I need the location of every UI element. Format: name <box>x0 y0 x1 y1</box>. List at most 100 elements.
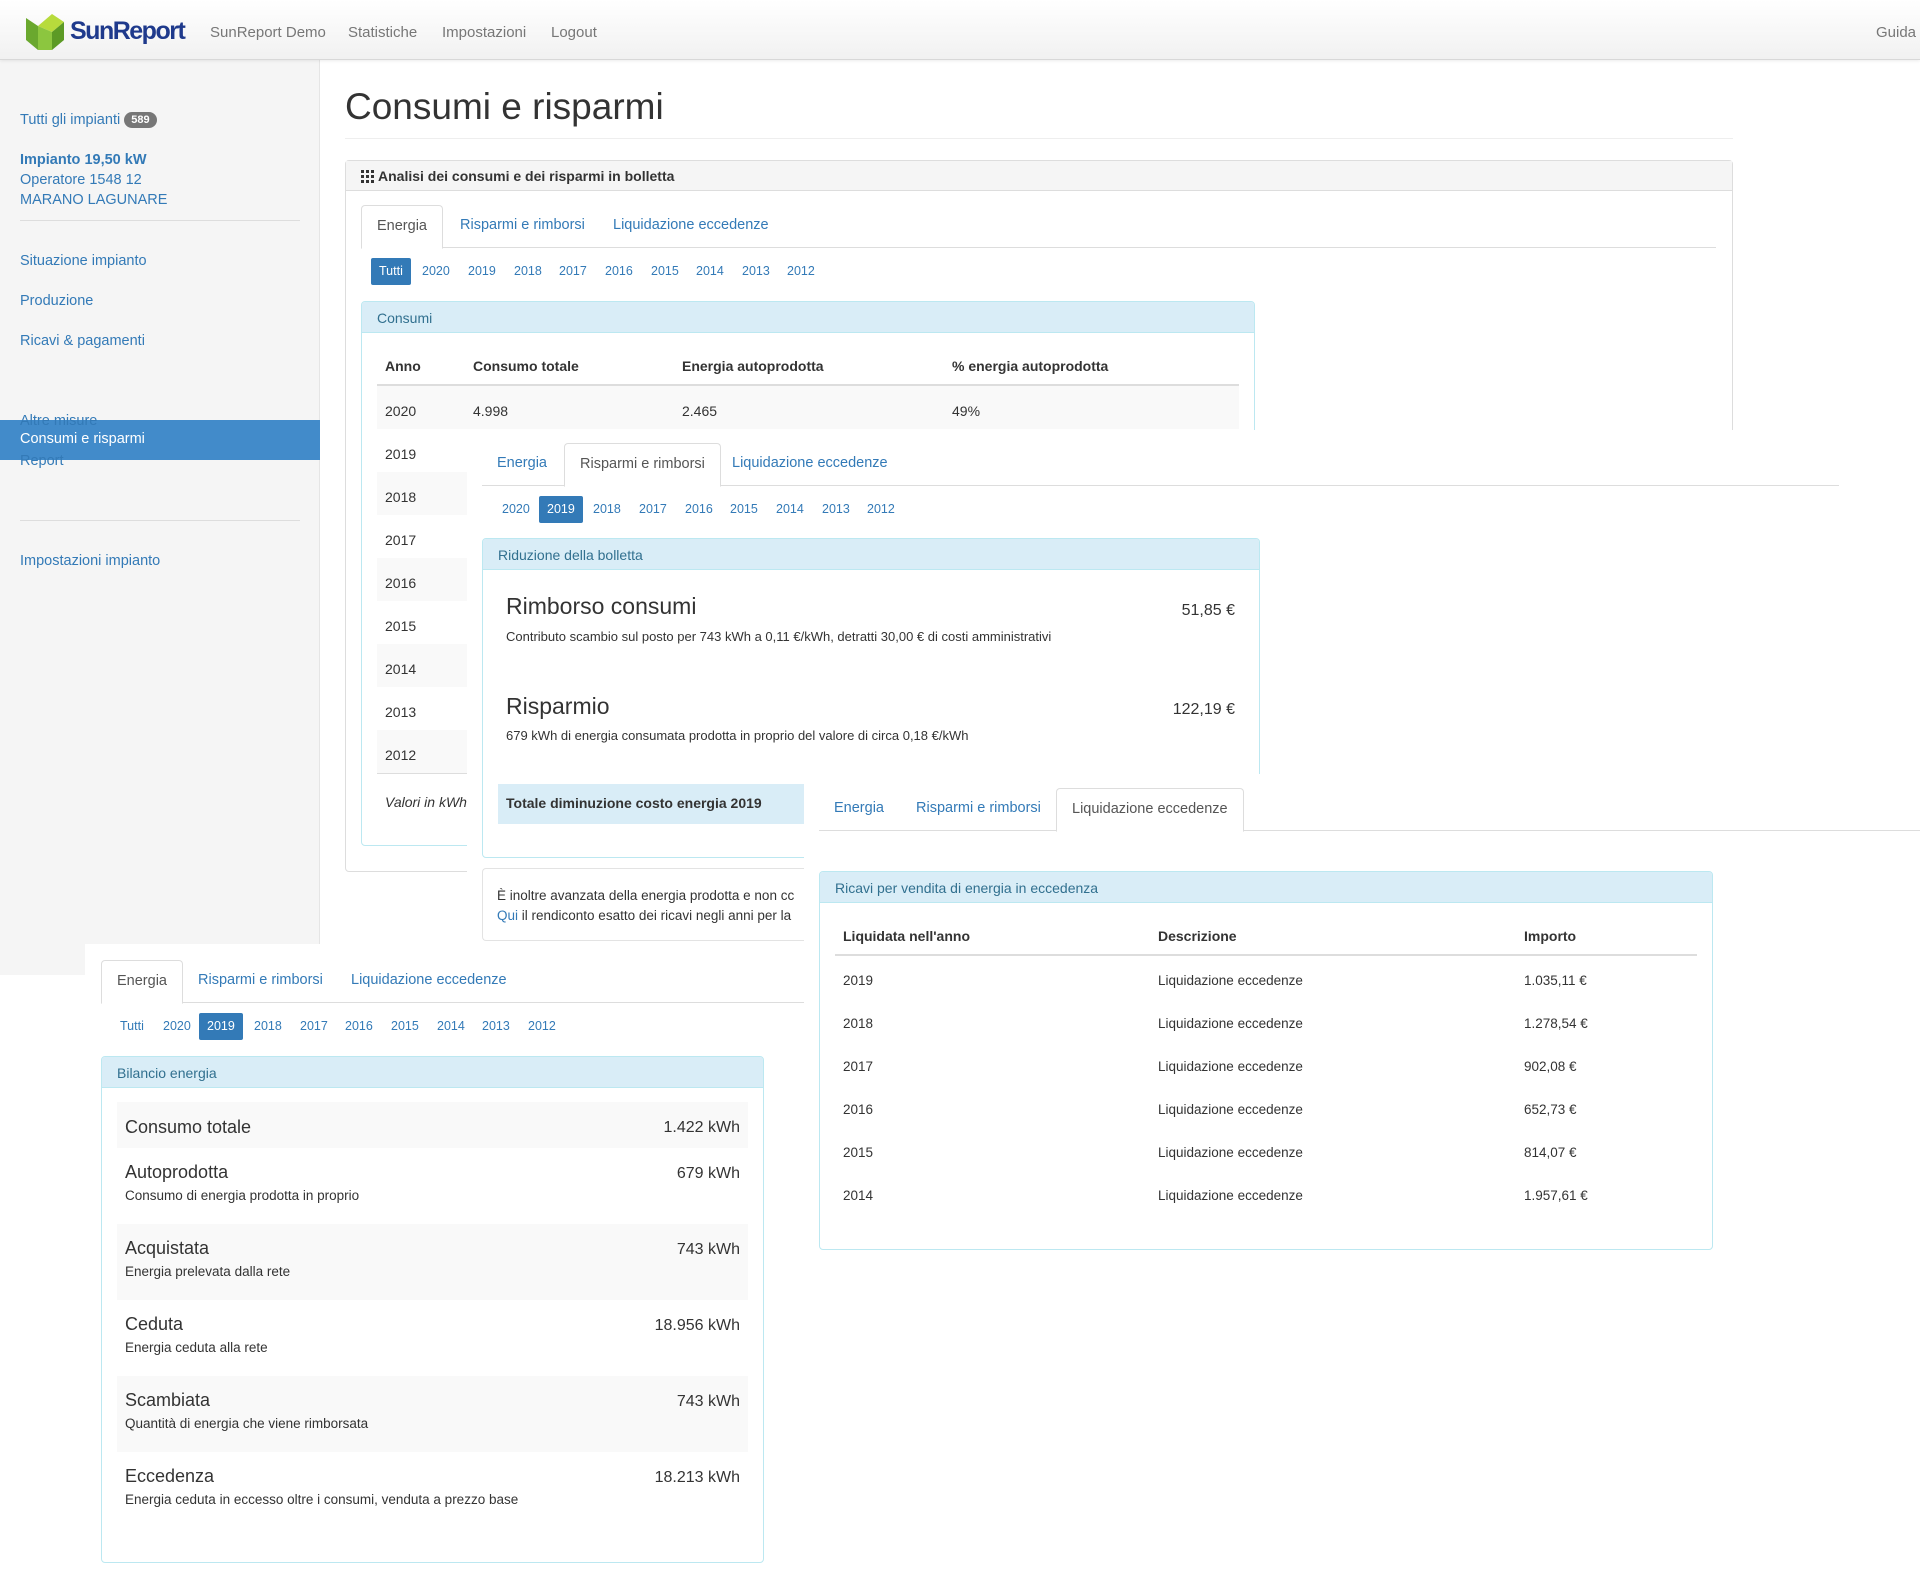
sidebar-all-plants[interactable]: Tutti gli impianti 589 <box>20 112 157 128</box>
pill-2015[interactable]: 2015 <box>643 258 687 285</box>
sidebar-item-produzione[interactable]: Produzione <box>20 293 93 309</box>
pill-2013[interactable]: 2013 <box>474 1013 518 1040</box>
ricavi-row-amount: 1.278,54 € <box>1524 1016 1588 1031</box>
pill-2017[interactable]: 2017 <box>631 496 675 523</box>
tab-risparmi[interactable]: Risparmi e rimborsi <box>901 788 1056 831</box>
ricavi-row-amount: 652,73 € <box>1524 1102 1577 1117</box>
bilancio-item-value: 679 kWh <box>676 1165 740 1182</box>
risparmio-title: Risparmio <box>506 693 610 719</box>
ricavi-row-desc: Liquidazione eccedenze <box>1158 1102 1303 1117</box>
ricavi-row-desc: Liquidazione eccedenze <box>1158 1059 1303 1074</box>
title-divider <box>345 138 1733 139</box>
pill-2013[interactable]: 2013 <box>814 496 858 523</box>
sidebar-item-impostazioni[interactable]: Impostazioni impianto <box>20 553 160 569</box>
bilancio-item-label: Eccedenza <box>125 1466 215 1486</box>
rimborso-desc: Contributo scambio sul posto per 743 kWh… <box>506 629 1052 644</box>
pill-2018[interactable]: 2018 <box>585 496 629 523</box>
tab-risparmi[interactable]: Risparmi e rimborsi <box>564 443 721 487</box>
ricavi-row-year: 2018 <box>843 1016 874 1031</box>
pill-2019[interactable]: 2019 <box>199 1013 243 1040</box>
pill-2019[interactable]: 2019 <box>460 258 504 285</box>
tab-energia[interactable]: Energia <box>482 443 562 486</box>
grid-icon <box>361 170 374 183</box>
excess-note-line1: È inoltre avanzata della energia prodott… <box>497 888 795 903</box>
bilancio-item-desc: Energia ceduta in eccesso oltre i consum… <box>125 1492 519 1507</box>
pill-2013[interactable]: 2013 <box>734 258 778 285</box>
tab-energia[interactable]: Energia <box>101 960 183 1004</box>
consumi-col-percent: % energia autoprodotta <box>952 358 1109 374</box>
pill-2017[interactable]: 2017 <box>551 258 595 285</box>
pill-tutti[interactable]: Tutti <box>371 258 411 285</box>
sidebar-divider <box>20 520 300 521</box>
consumi-year: 2017 <box>385 532 417 548</box>
pill-2017[interactable]: 2017 <box>292 1013 336 1040</box>
pill-2014[interactable]: 2014 <box>688 258 732 285</box>
brand-logo[interactable]: SunReport <box>24 10 186 52</box>
tab-liquidazione[interactable]: Liquidazione eccedenze <box>717 443 903 486</box>
nav-logout[interactable]: Logout <box>551 24 597 41</box>
rimborso-title: Rimborso consumi <box>506 593 697 619</box>
ricavi-row-desc: Liquidazione eccedenze <box>1158 1188 1303 1203</box>
consumi-cell-percent: 49% <box>952 403 981 419</box>
bilancio-item-label: Scambiata <box>125 1390 211 1410</box>
bilancio-total-value: 1.422 kWh <box>663 1119 740 1136</box>
pill-2016[interactable]: 2016 <box>597 258 641 285</box>
risparmio-desc: 679 kWh di energia consumata prodotta in… <box>506 728 969 743</box>
pill-2012[interactable]: 2012 <box>520 1013 564 1040</box>
pill-2016[interactable]: 2016 <box>337 1013 381 1040</box>
pill-2018[interactable]: 2018 <box>246 1013 290 1040</box>
consumi-year: 2014 <box>385 661 417 677</box>
brand-name: SunReport <box>70 16 186 45</box>
sidebar-operator[interactable]: Operatore 1548 12 <box>20 172 142 188</box>
sidebar-item-altre-misure[interactable]: Altre misure <box>20 413 97 429</box>
pill-2015[interactable]: 2015 <box>722 496 766 523</box>
nav-impostazioni[interactable]: Impostazioni <box>442 24 526 41</box>
tab-liquidazione[interactable]: Liquidazione eccedenze <box>336 960 522 1003</box>
nav-demo[interactable]: SunReport Demo <box>210 24 326 41</box>
tab-liquidazione[interactable]: Liquidazione eccedenze <box>1056 788 1244 832</box>
pill-2020[interactable]: 2020 <box>155 1013 199 1040</box>
pill-2012[interactable]: 2012 <box>779 258 823 285</box>
pill-2018[interactable]: 2018 <box>506 258 550 285</box>
excess-note: È inoltre avanzata della energia prodott… <box>482 868 804 941</box>
sidebar-item-report[interactable]: Report <box>20 453 64 469</box>
pill-2019[interactable]: 2019 <box>539 496 583 523</box>
consumi-year: 2018 <box>385 489 417 505</box>
consumi-year: 2012 <box>385 747 417 763</box>
pill-2014[interactable]: 2014 <box>768 496 812 523</box>
consumi-footer-rule <box>377 773 467 774</box>
tab-energia[interactable]: Energia <box>361 205 443 249</box>
pill-tutti[interactable]: Tutti <box>112 1013 152 1040</box>
pill-2014[interactable]: 2014 <box>429 1013 473 1040</box>
sidebar-location[interactable]: MARANO LAGUNARE <box>20 192 167 208</box>
sidebar-item-ricavi[interactable]: Ricavi & pagamenti <box>20 333 145 349</box>
pill-2020[interactable]: 2020 <box>414 258 458 285</box>
page-title: Consumi e risparmi <box>345 86 664 127</box>
pill-2020[interactable]: 2020 <box>494 496 538 523</box>
consumi-col-autoprodotta: Energia autoprodotta <box>682 358 824 374</box>
sidebar-item-situazione[interactable]: Situazione impianto <box>20 253 147 269</box>
tab-risparmi[interactable]: Risparmi e rimborsi <box>445 205 600 248</box>
bilancio-item-label: Ceduta <box>125 1314 184 1334</box>
ricavi-header-rule <box>835 954 1697 956</box>
nav-statistiche[interactable]: Statistiche <box>348 24 417 41</box>
riduzione-heading: Riduzione della bolletta <box>483 539 1259 570</box>
pill-2015[interactable]: 2015 <box>383 1013 427 1040</box>
excess-note-link[interactable]: Qui <box>497 908 518 923</box>
ricavi-row-amount: 1.035,11 € <box>1524 973 1587 988</box>
consumi-footer-note: Valori in kWh <box>385 794 467 810</box>
consumi-year: 2013 <box>385 704 417 720</box>
bilancio-item-desc: Quantità di energia che viene rimborsata <box>125 1416 369 1431</box>
tab-energia[interactable]: Energia <box>819 788 899 831</box>
nav-guida[interactable]: Guida <box>1876 24 1916 41</box>
tab-liquidazione[interactable]: Liquidazione eccedenze <box>598 205 784 248</box>
tab-risparmi[interactable]: Risparmi e rimborsi <box>183 960 338 1003</box>
total-reduction-row: Totale diminuzione costo energia 2019 <box>498 784 804 824</box>
bilancio-item-label: Acquistata <box>125 1238 210 1258</box>
list-item <box>117 1224 748 1300</box>
bilancio-item-value: 743 kWh <box>676 1241 740 1258</box>
pill-2016[interactable]: 2016 <box>677 496 721 523</box>
analysis-panel-heading: Analisi dei consumi e dei risparmi in bo… <box>346 161 1732 191</box>
sidebar-plant-name[interactable]: Impianto 19,50 kW <box>20 152 147 168</box>
pill-2012[interactable]: 2012 <box>859 496 903 523</box>
